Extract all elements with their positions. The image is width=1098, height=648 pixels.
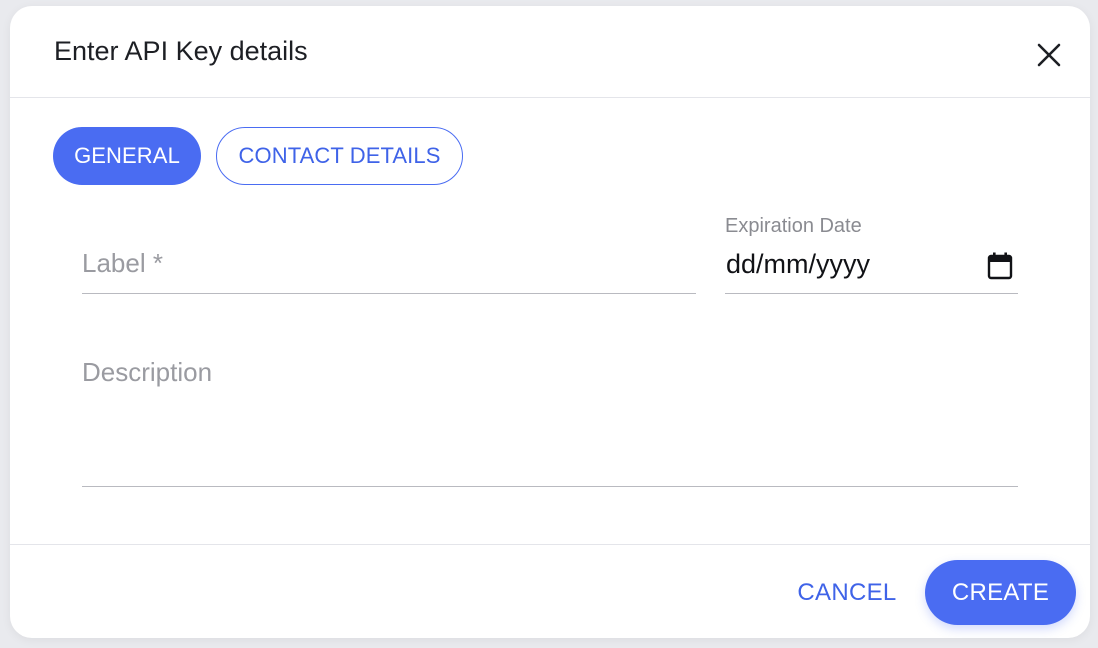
label-placeholder: Label * — [82, 248, 163, 278]
create-button[interactable]: CREATE — [925, 560, 1076, 625]
dialog-title: Enter API Key details — [54, 36, 308, 66]
api-key-dialog: Enter API Key details GENERAL CONTACT DE… — [10, 6, 1090, 638]
expiration-date-value[interactable]: dd/mm/yyyy — [726, 249, 870, 280]
expiration-date-label: Expiration Date — [725, 215, 862, 237]
tab-general[interactable]: GENERAL — [53, 127, 201, 185]
description-field[interactable]: Description — [82, 342, 1018, 487]
calendar-button[interactable] — [987, 252, 1013, 280]
label-field[interactable]: Label * — [82, 234, 696, 294]
expiration-date-field[interactable]: Expiration Date dd/mm/yyyy — [725, 211, 1018, 294]
tab-bar: GENERAL CONTACT DETAILS — [53, 127, 463, 185]
footer-divider — [10, 544, 1090, 545]
tab-contact-details[interactable]: CONTACT DETAILS — [216, 127, 463, 185]
calendar-icon — [987, 252, 1013, 280]
close-icon — [1037, 43, 1061, 67]
cancel-button[interactable]: CANCEL — [785, 570, 909, 616]
dialog-header: Enter API Key details — [10, 6, 1090, 98]
close-button[interactable] — [1034, 40, 1064, 70]
description-placeholder: Description — [82, 357, 213, 387]
